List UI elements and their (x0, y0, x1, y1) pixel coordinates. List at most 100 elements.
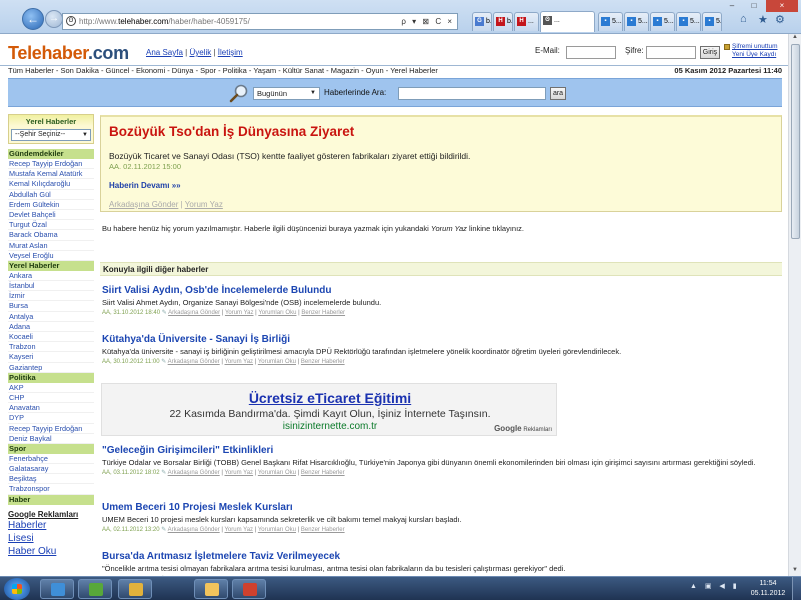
news-title-link[interactable]: Umem Beceri 10 Projesi Meslek Kursları (102, 502, 782, 513)
write-comment-link[interactable]: Yorum Yaz (185, 200, 223, 209)
ad-link[interactable]: Haber Oku (8, 545, 94, 558)
sidebar-item[interactable]: Kayseri (8, 352, 94, 363)
minimize-button[interactable]: – (722, 0, 742, 12)
password-field[interactable] (646, 46, 696, 59)
register-link[interactable]: Yeni Üye Kaydı (732, 51, 786, 59)
similar-news-link[interactable]: Benzer Haberler (301, 527, 345, 533)
sidebar-item[interactable]: AKP (8, 383, 94, 393)
search-input[interactable] (398, 87, 546, 100)
browser-tab[interactable]: ▪5... (598, 12, 623, 31)
similar-news-link[interactable]: Benzer Haberler (301, 359, 345, 365)
sidebar-item[interactable]: Ankara (8, 271, 94, 282)
close-window-button[interactable]: × (766, 0, 798, 12)
sidebar-item[interactable]: Trabzon (8, 342, 94, 353)
ad-title[interactable]: Ücretsiz eTicaret Eğitimi (102, 390, 558, 406)
read-comments-link[interactable]: Yorumları Oku (258, 527, 296, 533)
send-to-friend-link[interactable]: Arkadaşına Gönder (168, 470, 220, 476)
sidebar-item[interactable]: Anavatan (8, 403, 94, 414)
browser-tab[interactable]: H... (514, 12, 539, 31)
category-links[interactable]: Tüm Haberler - Son Dakika - Güncel - Eko… (8, 66, 438, 76)
maximize-button[interactable]: □ (744, 0, 764, 12)
date-range-select[interactable]: Bugünün ▼ (253, 87, 320, 100)
sidebar-item[interactable]: Barack Obama (8, 230, 94, 241)
news-title-link[interactable]: Siirt Valisi Aydın, Osb'de İncelemelerde… (102, 285, 782, 296)
sidebar-item[interactable]: Devlet Bahçeli (8, 210, 94, 221)
read-comments-link[interactable]: Yorumları Oku (258, 310, 296, 316)
back-button[interactable]: ← (22, 8, 44, 30)
favorites-star-icon[interactable]: ★ (758, 13, 768, 26)
site-logo[interactable]: Telehaber.com (8, 43, 129, 64)
news-title-link[interactable]: "Geleceğin Girişimcileri" Etkinlikleri (102, 445, 782, 456)
write-comment-link[interactable]: Yorum Yaz (224, 359, 253, 365)
ad-link[interactable]: Lisesi (8, 532, 94, 545)
write-comment-link[interactable]: Yorum Yaz (225, 310, 254, 316)
google-ads-badge[interactable]: Google Reklamları (494, 424, 552, 433)
sidebar-item[interactable]: Recep Tayyip Erdoğan (8, 424, 94, 434)
read-comments-link[interactable]: Yorumları Oku (258, 470, 296, 476)
search-button[interactable]: ara (550, 87, 566, 100)
membership-link[interactable]: Üyelik (189, 48, 211, 57)
browser-tab[interactable]: ▪5... (624, 12, 649, 31)
sidebar-item[interactable]: CHP (8, 393, 94, 404)
sidebar-item[interactable]: Abdullah Gül (8, 190, 94, 200)
system-tray-icons[interactable]: ▲ ▣ ◀ ▮ (690, 582, 740, 590)
scroll-down-icon[interactable]: ▼ (789, 567, 801, 576)
google-ads-title[interactable]: Google Reklamları (8, 510, 94, 519)
show-desktop-button[interactable] (792, 577, 801, 600)
taskbar-app-button[interactable] (232, 579, 266, 599)
taskbar-app-button[interactable] (118, 579, 152, 599)
write-comment-link[interactable]: Yorum Yaz (224, 470, 253, 476)
address-tools-icons[interactable]: ρ ▾ ⊠ C × (401, 14, 454, 29)
taskbar-app-button[interactable] (40, 579, 74, 599)
contact-link[interactable]: İletişim (218, 48, 243, 57)
browser-tab[interactable]: Hb... (493, 12, 513, 31)
scroll-up-icon[interactable]: ▲ (789, 34, 801, 43)
sidebar-item[interactable]: Gaziantep (8, 363, 94, 373)
sidebar-item[interactable]: Turgut Özal (8, 220, 94, 231)
ad-link[interactable]: Haberler (8, 519, 94, 532)
sidebar-item[interactable]: DYP (8, 413, 94, 424)
similar-news-link[interactable]: Benzer Haberler (301, 310, 345, 316)
sidebar-item[interactable]: Beşiktaş (8, 474, 94, 485)
ad-url[interactable]: isinizinternette.com.tr (102, 421, 558, 432)
browser-tab[interactable]: ▪5... (650, 12, 675, 31)
sidebar-item[interactable]: Adana (8, 322, 94, 332)
sidebar-item[interactable]: Bursa (8, 301, 94, 312)
text-ad[interactable]: Ücretsiz eTicaret Eğitimi 22 Kasımda Ban… (101, 383, 557, 436)
taskbar-app-button[interactable] (194, 579, 228, 599)
sidebar-item[interactable]: Antalya (8, 312, 94, 322)
address-bar[interactable]: ʘ http://www.telehaber.com/haber/haber-4… (62, 13, 458, 30)
sidebar-item[interactable]: Mustafa Kemal Atatürk (8, 169, 94, 180)
sidebar-item[interactable]: Fenerbahçe (8, 454, 94, 465)
clock[interactable]: 11:54 05.11.2012 (748, 579, 788, 599)
send-to-friend-link[interactable]: Arkadaşına Gönder (109, 200, 178, 209)
sidebar-item[interactable]: Veysel Eroğlu (8, 251, 94, 261)
browser-tab[interactable]: Gb... (472, 12, 492, 31)
scrollbar-thumb[interactable] (791, 44, 800, 239)
write-comment-link[interactable]: Yorum Yaz (224, 527, 253, 533)
browser-tab[interactable]: ▪5... (676, 12, 701, 31)
sidebar-item[interactable]: Trabzonspor (8, 484, 94, 495)
sidebar-item[interactable]: Murat Aslan (8, 241, 94, 251)
tools-gear-icon[interactable]: ⚙ (775, 13, 785, 26)
forward-button[interactable]: → (45, 10, 63, 28)
sidebar-item[interactable]: Erdem Gültekin (8, 200, 94, 210)
vertical-scrollbar[interactable]: ▲ ▼ (788, 34, 801, 576)
read-more-link[interactable]: Haberin Devamı »» (109, 181, 181, 190)
browser-tab[interactable]: ʘ... (540, 11, 595, 32)
email-field[interactable] (566, 46, 616, 59)
browser-tab[interactable]: ▪5... (702, 12, 722, 31)
sidebar-item[interactable]: Kocaeli (8, 332, 94, 343)
start-button[interactable] (4, 578, 30, 600)
sidebar-item[interactable]: Deniz Baykal (8, 434, 94, 444)
send-to-friend-link[interactable]: Arkadaşına Gönder (168, 527, 220, 533)
taskbar-app-button[interactable] (78, 579, 112, 599)
home-link[interactable]: Ana Sayfa (146, 48, 183, 57)
sidebar-item[interactable]: Recep Tayyip Erdoğan (8, 159, 94, 170)
send-to-friend-link[interactable]: Arkadaşına Gönder (168, 359, 220, 365)
home-icon[interactable]: ⌂ (740, 13, 747, 25)
news-title-link[interactable]: Bursa'da Arıtmasız İşletmelere Taviz Ver… (102, 551, 782, 562)
sidebar-item[interactable]: Galatasaray (8, 464, 94, 475)
sidebar-item[interactable]: İzmir (8, 291, 94, 302)
sidebar-item[interactable]: Kemal Kılıçdaroğlu (8, 179, 94, 190)
